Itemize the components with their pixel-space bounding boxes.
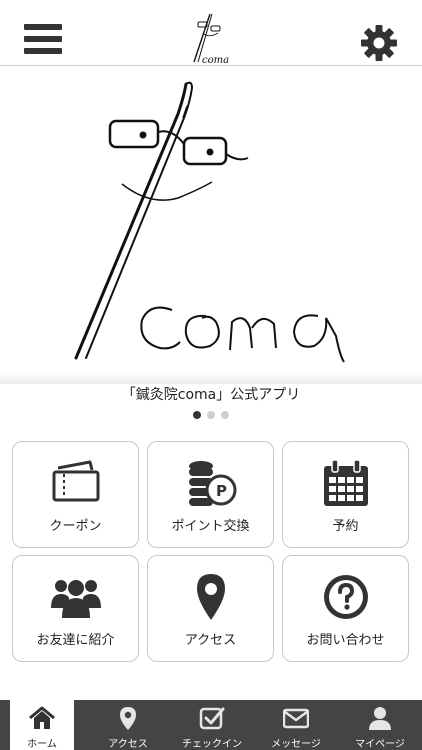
tile-access-label: アクセス bbox=[184, 633, 237, 648]
tab-message[interactable]: メッセージ bbox=[254, 700, 338, 750]
tile-contact[interactable]: お問い合わせ bbox=[282, 555, 409, 662]
calendar-icon bbox=[324, 459, 368, 506]
tile-points-label: ポイント交換 bbox=[171, 519, 250, 534]
tile-reservation-label: 予約 bbox=[332, 519, 359, 534]
person-icon bbox=[369, 707, 391, 730]
tab-checkin-label: チェックイン bbox=[182, 739, 242, 750]
hamburger-menu-icon[interactable] bbox=[24, 24, 62, 60]
carousel-dot-2[interactable] bbox=[207, 411, 215, 419]
tile-invite-friends-label: お友達に紹介 bbox=[36, 633, 115, 648]
tab-access[interactable]: アクセス bbox=[86, 700, 170, 750]
app-header: coma bbox=[0, 0, 422, 66]
header-logo: coma bbox=[193, 13, 229, 64]
carousel-dot-3[interactable] bbox=[221, 411, 229, 419]
tile-points[interactable]: P ポイント交換 bbox=[147, 441, 274, 548]
app-caption: 「鍼灸院coma」公式アプリ bbox=[121, 387, 301, 403]
question-circle-icon bbox=[324, 575, 368, 619]
tile-coupon[interactable]: クーポン bbox=[12, 441, 139, 548]
tab-access-label: アクセス bbox=[108, 739, 148, 750]
map-pin-icon bbox=[120, 707, 136, 730]
tab-home[interactable]: ホーム bbox=[10, 700, 74, 750]
bottom-tab-bar: ホーム アクセス チェックイン メッセージ マイページ bbox=[0, 700, 422, 750]
ticket-icon bbox=[52, 460, 100, 502]
tab-mypage[interactable]: マイページ bbox=[338, 700, 422, 750]
tile-contact-label: お問い合わせ bbox=[306, 633, 385, 648]
hero-divider bbox=[0, 372, 422, 384]
tile-coupon-label: クーポン bbox=[49, 519, 102, 534]
coma-logo-illustration bbox=[74, 81, 345, 363]
tile-access[interactable]: アクセス bbox=[147, 555, 274, 662]
home-icon bbox=[29, 706, 55, 729]
tile-reservation[interactable]: 予約 bbox=[282, 441, 409, 548]
group-people-icon bbox=[51, 580, 101, 618]
checkbox-icon bbox=[199, 707, 225, 730]
hero-banner[interactable] bbox=[0, 66, 422, 382]
tile-invite-friends[interactable]: お友達に紹介 bbox=[12, 555, 139, 662]
coins-point-icon: P bbox=[189, 461, 237, 506]
tab-checkin[interactable]: チェックイン bbox=[170, 700, 254, 750]
svg-text:P: P bbox=[216, 482, 227, 500]
envelope-icon bbox=[283, 708, 309, 729]
tab-mypage-label: マイページ bbox=[355, 739, 405, 750]
tab-home-label: ホーム bbox=[27, 739, 57, 750]
carousel-dots bbox=[0, 411, 422, 419]
map-pin-icon bbox=[197, 574, 225, 620]
carousel-dot-1[interactable] bbox=[193, 411, 201, 419]
gear-icon[interactable] bbox=[360, 24, 398, 62]
tab-message-label: メッセージ bbox=[271, 739, 321, 750]
svg-text:coma: coma bbox=[202, 55, 229, 64]
